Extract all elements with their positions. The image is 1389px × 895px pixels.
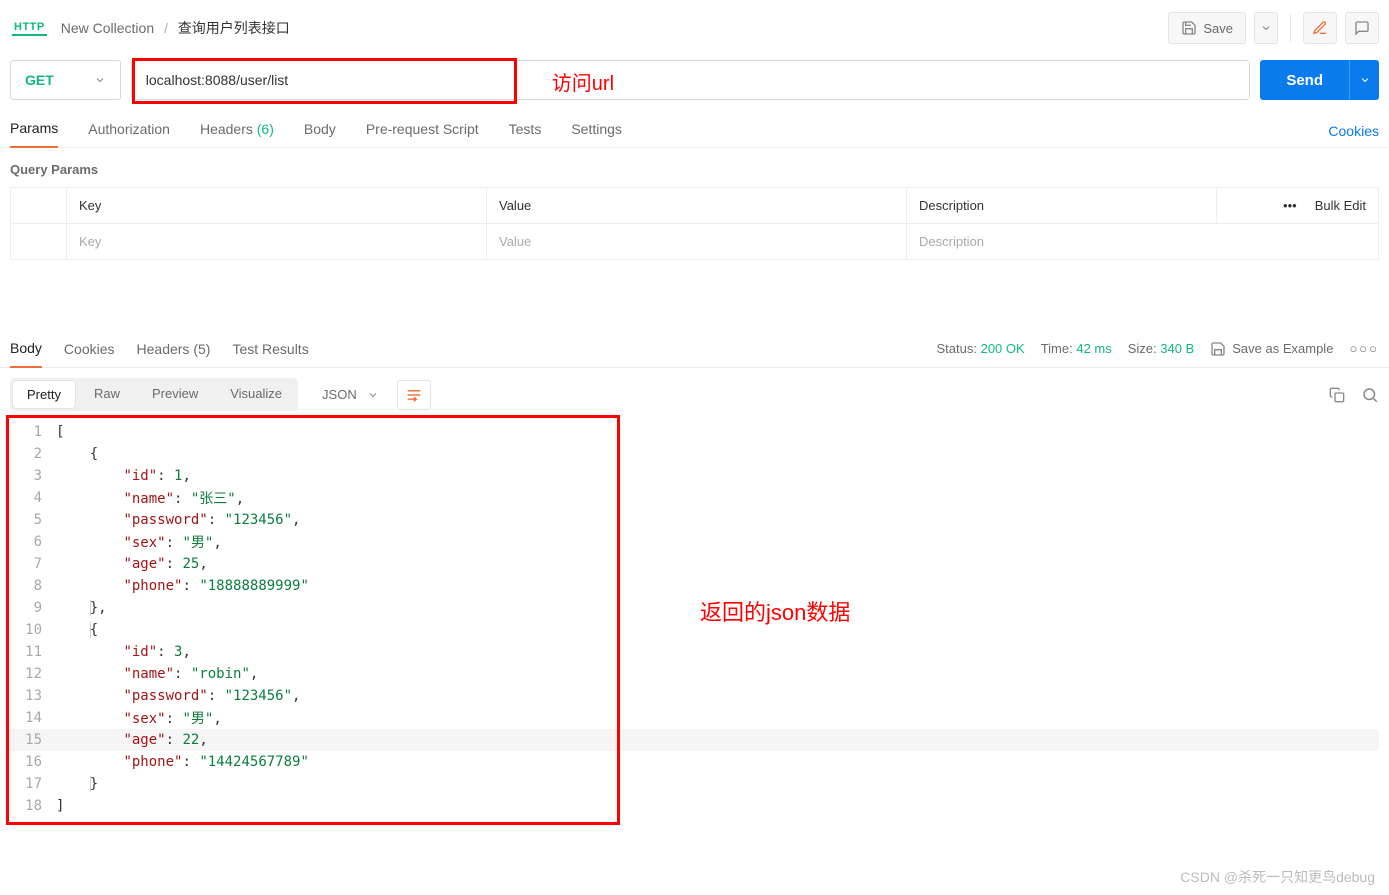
save-chevron-button[interactable] (1254, 12, 1278, 44)
query-params-table: Key Value Description ••• Bulk Edit Key … (10, 187, 1379, 260)
breadcrumb: New Collection / 查询用户列表接口 (61, 18, 290, 38)
view-preview[interactable]: Preview (136, 378, 214, 411)
qp-value-header: Value (487, 188, 907, 223)
copy-icon[interactable] (1329, 387, 1345, 403)
search-icon[interactable] (1361, 386, 1379, 404)
view-visualize[interactable]: Visualize (214, 378, 298, 411)
save-as-example-button[interactable]: Save as Example (1210, 341, 1333, 357)
save-button[interactable]: Save (1168, 12, 1246, 44)
url-input[interactable] (132, 61, 1250, 99)
tab-headers-count: (6) (257, 121, 274, 137)
tab-settings[interactable]: Settings (571, 115, 622, 147)
status-value: 200 OK (981, 341, 1025, 356)
response-json-body[interactable]: 1[2 {3 "id": 1,4 "name": "张三",5 "passwor… (10, 421, 1379, 817)
view-segment: Pretty Raw Preview Visualize (10, 378, 298, 411)
tab-params[interactable]: Params (10, 114, 58, 148)
resp-tab-headers-count: (5) (193, 341, 210, 357)
resp-tab-headers[interactable]: Headers (5) (137, 331, 211, 367)
breadcrumb-collection[interactable]: New Collection (61, 20, 154, 36)
qp-key-header: Key (67, 188, 487, 223)
http-icon: HTTP (12, 21, 47, 36)
query-params-title: Query Params (0, 148, 1389, 187)
qp-value-input[interactable]: Value (487, 224, 907, 259)
time-label: Time: (1041, 341, 1073, 356)
save-example-label: Save as Example (1232, 341, 1333, 356)
more-icon[interactable]: ••• (1283, 198, 1297, 213)
watermark: CSDN @杀死一只知更鸟debug (1180, 867, 1375, 887)
chevron-down-icon (367, 389, 379, 401)
breadcrumb-request: 查询用户列表接口 (178, 20, 290, 36)
qp-checkbox-header (11, 188, 67, 223)
send-chevron-button[interactable] (1349, 60, 1379, 100)
time-value: 42 ms (1076, 341, 1111, 356)
status-label: Status: (937, 341, 977, 356)
qp-desc-header: Description (907, 188, 1217, 223)
tab-authorization[interactable]: Authorization (88, 115, 170, 147)
tab-prerequest[interactable]: Pre-request Script (366, 115, 479, 147)
view-raw[interactable]: Raw (78, 378, 136, 411)
size-label: Size: (1128, 341, 1157, 356)
edit-button[interactable] (1303, 12, 1337, 44)
wrap-lines-button[interactable] (397, 380, 431, 410)
resp-tab-headers-label: Headers (137, 341, 190, 357)
method-label: GET (25, 72, 54, 88)
bulk-edit-link[interactable]: Bulk Edit (1315, 198, 1366, 213)
comments-button[interactable] (1345, 12, 1379, 44)
resp-tab-tests[interactable]: Test Results (232, 331, 308, 367)
resp-tab-cookies[interactable]: Cookies (64, 331, 115, 367)
tab-body[interactable]: Body (304, 115, 336, 147)
send-button[interactable]: Send (1260, 60, 1349, 100)
format-select[interactable]: JSON (310, 381, 391, 408)
more-actions-icon[interactable]: ○○○ (1349, 341, 1379, 356)
qp-desc-input[interactable]: Description (907, 224, 1378, 259)
divider (1290, 14, 1291, 42)
format-label: JSON (322, 387, 357, 402)
save-label: Save (1203, 21, 1233, 36)
tab-headers[interactable]: Headers (6) (200, 115, 274, 147)
method-select[interactable]: GET (10, 60, 121, 100)
tab-tests[interactable]: Tests (509, 115, 542, 147)
size-value: 340 B (1160, 341, 1194, 356)
qp-checkbox[interactable] (11, 224, 67, 259)
view-pretty[interactable]: Pretty (12, 380, 76, 409)
resp-tab-body[interactable]: Body (10, 330, 42, 368)
tab-headers-label: Headers (200, 121, 253, 137)
cookies-link[interactable]: Cookies (1328, 123, 1379, 139)
qp-key-input[interactable]: Key (67, 224, 487, 259)
chevron-down-icon (94, 74, 106, 86)
